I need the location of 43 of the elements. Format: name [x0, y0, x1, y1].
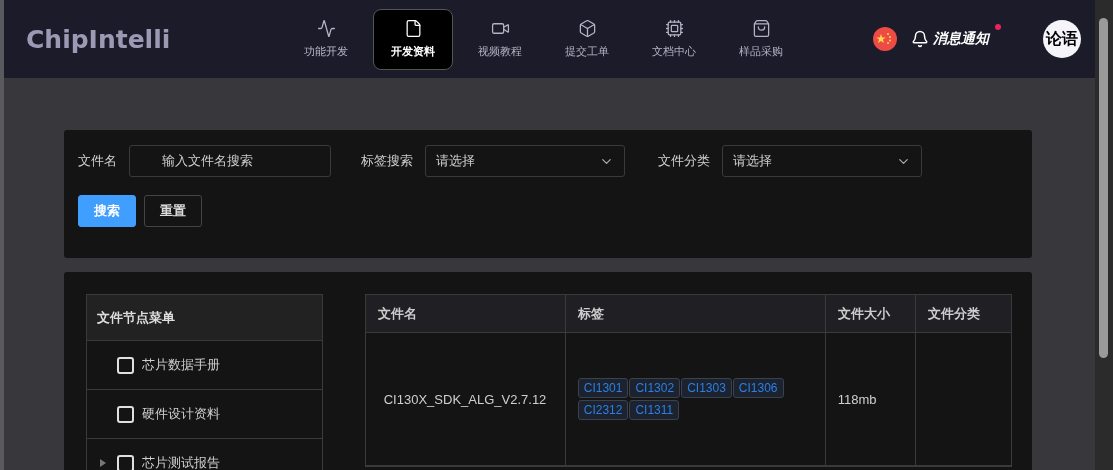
scrollbar[interactable] — [1095, 0, 1113, 470]
cube-icon — [577, 19, 597, 38]
select-field[interactable]: 请选择 — [722, 145, 922, 177]
checkbox[interactable] — [117, 454, 134, 470]
nav-tab[interactable]: 功能开发 — [286, 8, 366, 70]
search-field[interactable]: 输入文件名搜索 — [129, 145, 331, 177]
checkbox[interactable] — [117, 356, 134, 374]
tree-item[interactable]: 硬件设计资料 — [87, 390, 322, 439]
table-cell: CI130X_SDK_ALG_V2.7.12 — [365, 333, 566, 466]
field-label: 文件分类 — [658, 152, 710, 170]
tree-title: 文件节点菜单 — [87, 295, 322, 341]
tree-item[interactable]: 芯片测试报告 — [87, 439, 322, 470]
bell-icon — [911, 30, 929, 48]
flag-icon[interactable] — [873, 27, 897, 51]
tree-item[interactable]: 芯片数据手册 — [87, 341, 322, 390]
logo[interactable]: ChipIntelli — [26, 24, 286, 54]
nav-tab[interactable]: 文档中心 — [634, 8, 714, 70]
expand-caret-icon[interactable] — [100, 459, 106, 467]
reset-button[interactable]: 重置 — [144, 195, 202, 227]
chip-tag: CI1306 — [732, 378, 784, 398]
table-cell: 118mb — [825, 333, 916, 466]
nav-tab[interactable]: 提交工单 — [547, 8, 627, 70]
column-header: 文件分类 — [915, 295, 1011, 333]
notifications-button[interactable]: 消息通知 — [911, 30, 989, 48]
column-header: 文件大小 — [825, 295, 916, 333]
chip-tag: CI1311 — [629, 400, 680, 420]
nav-tab[interactable]: 视频教程 — [460, 8, 540, 70]
chip-tag: CI1303 — [681, 378, 732, 398]
column-header: 标签 — [565, 295, 826, 333]
user-avatar[interactable]: 论语 — [1043, 20, 1081, 58]
chip-tag: CI2312 — [577, 400, 629, 420]
column-header: 文件名 — [365, 295, 566, 333]
shopping-bag-icon — [751, 19, 771, 38]
chip-tag: CI1302 — [629, 378, 681, 398]
select-field[interactable]: 请选择 — [425, 145, 625, 177]
checkbox[interactable] — [117, 405, 134, 423]
pulse-icon — [316, 19, 336, 38]
field-label: 标签搜索 — [361, 152, 413, 170]
field-label: 文件名 — [78, 152, 117, 170]
chip-tag: CI1301 — [577, 378, 629, 398]
nav-tab[interactable]: 样品采购 — [721, 8, 801, 70]
nav-tab[interactable]: 开发资料 — [373, 8, 453, 70]
chip-icon — [664, 19, 684, 38]
